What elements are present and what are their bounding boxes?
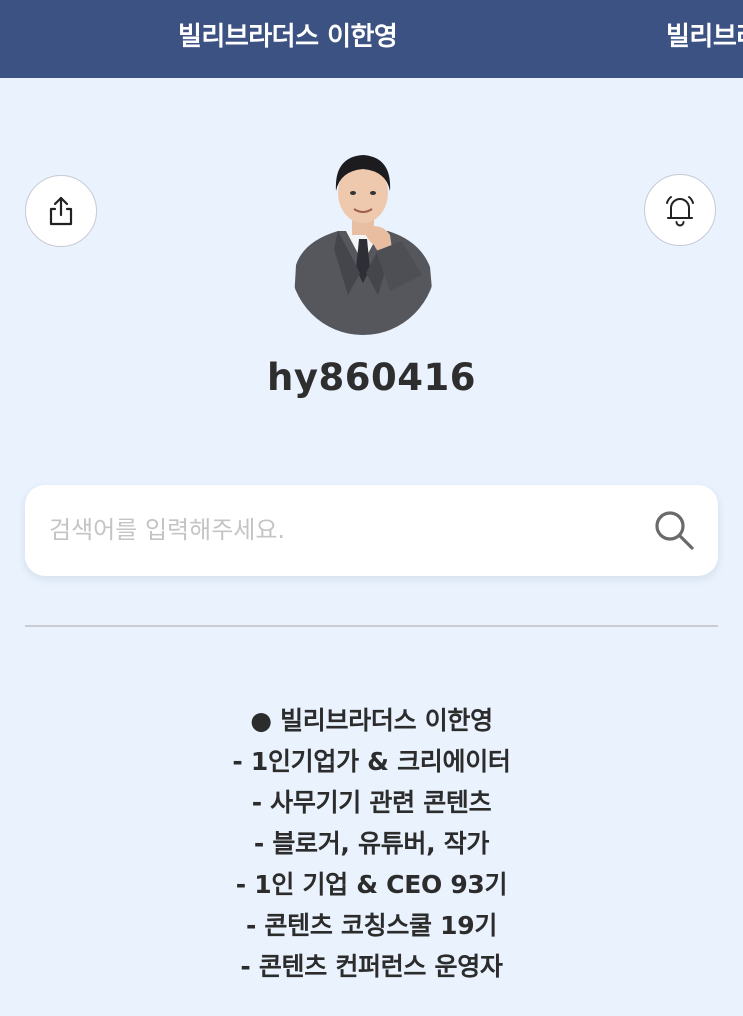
bio-section: ● 빌리브라더스 이한영 - 1인기업가 & 크리에이터 - 사무기기 관련 콘… <box>0 700 743 987</box>
bio-line: - 콘텐츠 코칭스쿨 19기 <box>245 911 498 940</box>
bio-line: - 콘텐츠 컨퍼런스 운영자 <box>240 952 503 981</box>
bio-line: - 블로거, 유튜버, 작가 <box>253 829 490 858</box>
bio-line: - 1인기업가 & 크리에이터 <box>232 747 511 776</box>
share-button[interactable] <box>25 175 97 247</box>
header-title[interactable]: 빌리브라더스 이한영 <box>178 0 398 78</box>
search-input[interactable] <box>49 507 629 553</box>
share-icon <box>49 196 73 226</box>
divider <box>25 625 718 627</box>
bio-line: ● 빌리브라더스 이한영 <box>250 706 493 735</box>
bell-icon <box>666 196 694 227</box>
search-bar[interactable] <box>25 485 718 576</box>
bio-line: - 1인 기업 & CEO 93기 <box>235 870 508 899</box>
search-icon[interactable] <box>651 507 697 553</box>
notification-button[interactable] <box>644 174 716 246</box>
avatar <box>290 145 436 335</box>
header-next-title[interactable]: 빌리브라 <box>666 0 743 78</box>
username: hy860416 <box>267 356 476 399</box>
bio-line: - 사무기기 관련 콘텐츠 <box>251 788 492 817</box>
top-bar: 빌리브라더스 이한영 빌리브라 <box>0 0 743 78</box>
